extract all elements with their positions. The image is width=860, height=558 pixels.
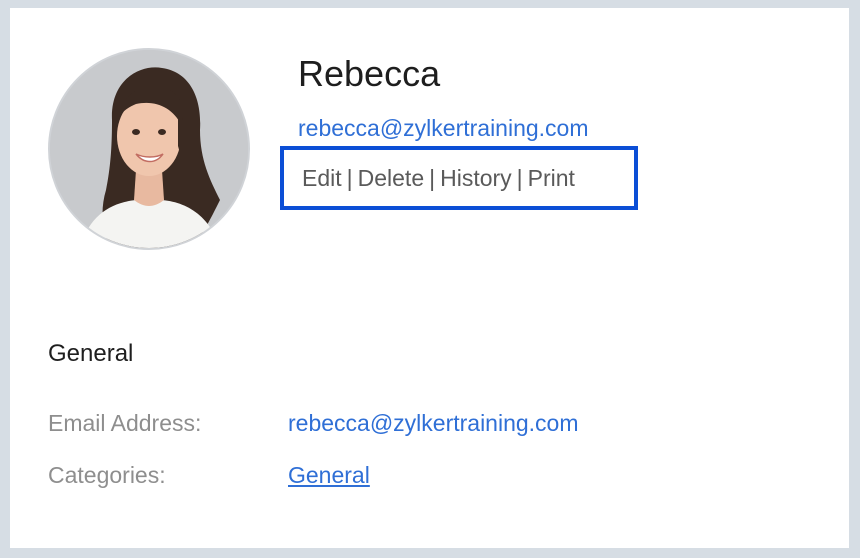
separator: |: [516, 165, 523, 191]
contact-email-link[interactable]: rebecca@zylkertraining.com: [298, 113, 589, 143]
contact-name: Rebecca: [298, 53, 441, 94]
avatar: [48, 48, 250, 250]
categories-value-link[interactable]: General: [288, 460, 370, 490]
separator: |: [346, 165, 353, 191]
email-address-value[interactable]: rebecca@zylkertraining.com: [288, 408, 579, 438]
categories-label: Categories:: [48, 462, 166, 488]
print-link[interactable]: Print: [528, 165, 575, 191]
actions-highlight-box: Edit | Delete | History | Print: [280, 146, 638, 210]
edit-link[interactable]: Edit: [302, 165, 342, 191]
contact-card: Rebecca rebecca@zylkertraining.com Edit |…: [10, 8, 849, 548]
email-address-label: Email Address:: [48, 410, 202, 436]
general-section-title: General: [48, 340, 134, 367]
avatar-portrait-icon: [50, 50, 248, 248]
separator: |: [429, 165, 436, 191]
delete-link[interactable]: Delete: [358, 165, 424, 191]
history-link[interactable]: History: [440, 165, 512, 191]
contact-actions: Edit | Delete | History | Print: [302, 162, 575, 194]
